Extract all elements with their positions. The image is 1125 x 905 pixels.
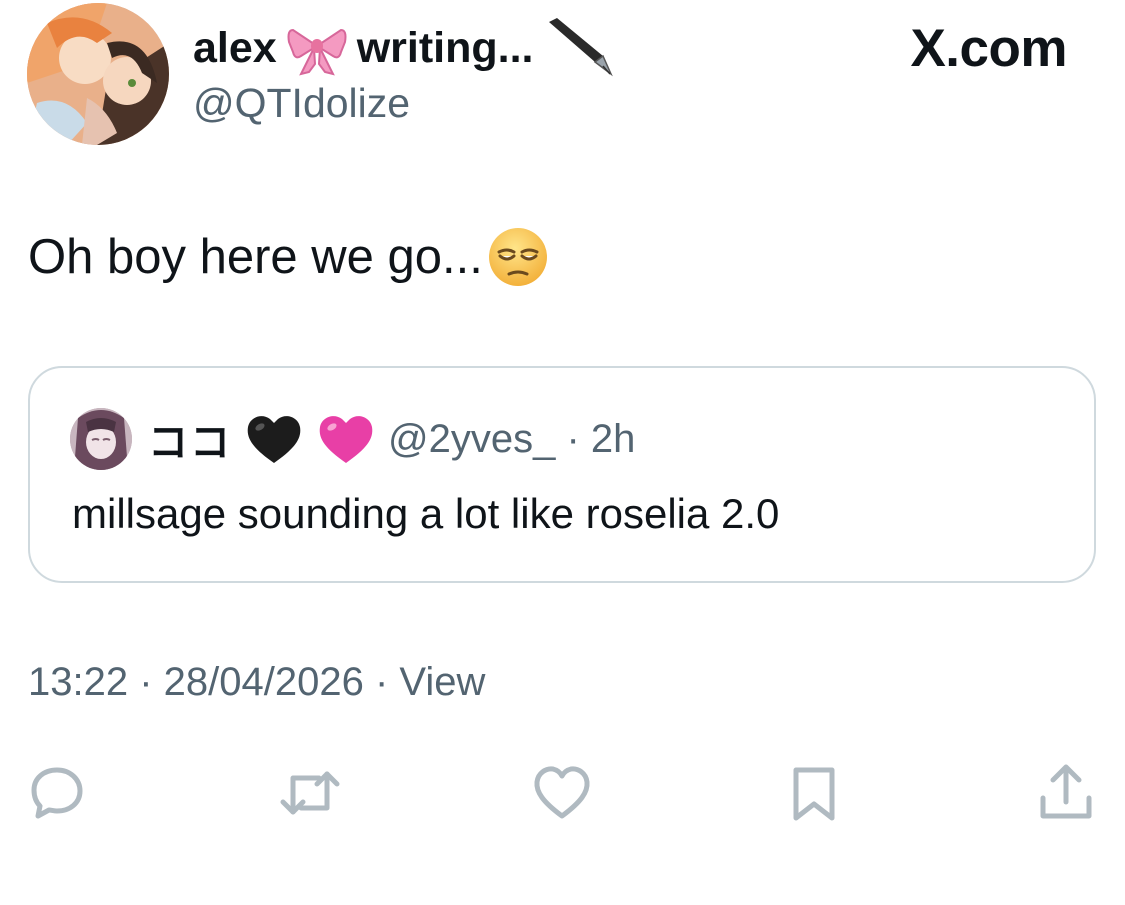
quoted-tweet-header: ココ @2yves_ · 2h — [148, 408, 635, 470]
tweet-action-bar — [0, 758, 1125, 828]
retweet-button[interactable] — [275, 758, 345, 828]
author-display-name[interactable]: alex writing... — [193, 16, 614, 80]
quoted-author-handle-time[interactable]: @2yves_ · 2h — [388, 417, 635, 462]
share-icon — [1040, 764, 1092, 819]
author-avatar[interactable] — [27, 3, 169, 145]
pink-heart-emoji-icon — [316, 411, 376, 467]
avatar-illustration — [27, 3, 169, 145]
share-button[interactable] — [1031, 758, 1101, 828]
author-name-suffix: writing... — [356, 23, 534, 72]
author-name-text: alex — [193, 23, 277, 72]
tweet-timestamp[interactable]: 13:22 · 28/04/2026 · View — [28, 660, 485, 705]
retweet-icon — [280, 771, 340, 815]
pensive-face-emoji-icon — [487, 226, 549, 288]
like-icon — [534, 766, 590, 819]
tweet-text: Oh boy here we go... — [28, 226, 549, 288]
bookmark-icon — [793, 767, 835, 821]
black-heart-emoji-icon — [244, 411, 304, 467]
reply-icon — [31, 767, 83, 819]
tweet-text-content: Oh boy here we go... — [28, 230, 483, 284]
ribbon-emoji-icon — [287, 20, 347, 76]
quoted-tweet-text: millsage sounding a lot like roselia 2.0 — [72, 490, 780, 537]
brand-logo: X.com — [910, 19, 1067, 78]
quoted-tweet-card[interactable]: ココ @2yves_ · 2h millsage sounding a lot … — [28, 366, 1096, 583]
reply-button[interactable] — [22, 758, 92, 828]
quoted-author-avatar[interactable] — [70, 408, 132, 470]
fountain-pen-emoji-icon — [543, 16, 614, 80]
author-handle[interactable]: @QTIdolize — [193, 80, 410, 127]
bookmark-button[interactable] — [779, 758, 849, 828]
like-button[interactable] — [527, 758, 597, 828]
quoted-author-name[interactable]: ココ — [148, 410, 232, 468]
